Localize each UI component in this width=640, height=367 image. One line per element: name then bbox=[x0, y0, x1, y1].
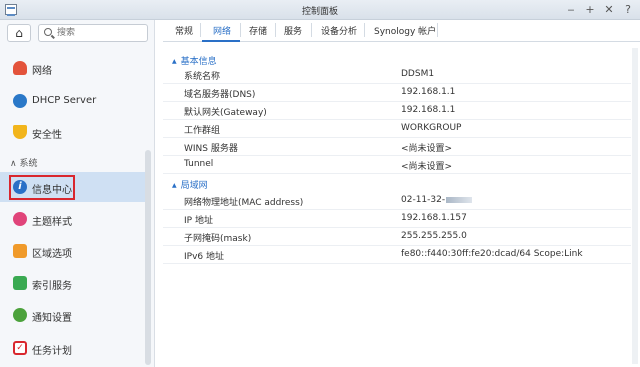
sidebar-item-label: 安全性 bbox=[32, 130, 62, 141]
sidebar-item-dhcp[interactable]: DHCP Server bbox=[0, 86, 146, 116]
info-key: IPv6 地址 bbox=[184, 252, 224, 262]
tab-divider bbox=[275, 23, 276, 37]
index-icon bbox=[13, 276, 27, 290]
tab-divider bbox=[364, 23, 365, 37]
info-row-system-name: 系统名称 DDSM1 bbox=[163, 66, 631, 84]
group-header-lan[interactable]: 局域网 bbox=[172, 178, 208, 191]
info-key: 网络物理地址(MAC address) bbox=[184, 198, 304, 208]
sidebar-item-label: 通知设置 bbox=[32, 313, 72, 324]
sidebar-item-label: 网络 bbox=[32, 66, 52, 77]
sidebar-item-label: 索引服务 bbox=[32, 281, 72, 292]
info-key: 默认网关(Gateway) bbox=[184, 108, 267, 118]
info-key: 工作群组 bbox=[184, 126, 221, 136]
tab-network[interactable]: 网络 bbox=[213, 24, 231, 37]
dhcp-icon bbox=[13, 94, 27, 108]
close-button[interactable]: ✕ bbox=[602, 3, 616, 17]
section-header-system[interactable]: ∧ 系统 bbox=[10, 156, 37, 169]
home-button[interactable]: ⌂ bbox=[7, 24, 31, 42]
maximize-button[interactable]: + bbox=[583, 3, 597, 17]
info-row-workgroup: 工作群组 WORKGROUP bbox=[163, 120, 631, 138]
tab-divider bbox=[437, 23, 438, 37]
info-row-dns: 域名服务器(DNS) 192.168.1.1 bbox=[163, 84, 631, 102]
info-value: 255.255.255.0 bbox=[401, 231, 467, 241]
info-value: fe80::f440:30ff:fe20:dcad/64 Scope:Link bbox=[401, 249, 583, 259]
info-icon: i bbox=[13, 180, 27, 194]
title-bar: 控制面板 ‒ + ✕ ? bbox=[0, 0, 640, 20]
sidebar-item-info-center[interactable]: i 信息中心 bbox=[0, 172, 146, 202]
info-row-tunnel: Tunnel <尚未设置> bbox=[163, 156, 631, 174]
mac-value-visible: 02-11-32- bbox=[401, 195, 446, 205]
chat-icon bbox=[13, 308, 27, 322]
info-row-ipv6: IPv6 地址 fe80::f440:30ff:fe20:dcad/64 Sco… bbox=[163, 246, 631, 264]
info-value: DDSM1 bbox=[401, 69, 435, 79]
network-icon bbox=[13, 61, 27, 75]
tab-divider bbox=[311, 23, 312, 37]
info-key: Tunnel bbox=[184, 159, 214, 169]
search-icon bbox=[44, 28, 52, 36]
tab-services[interactable]: 服务 bbox=[284, 24, 302, 37]
info-value: 02-11-32- bbox=[401, 195, 473, 205]
info-key: 子网掩码(mask) bbox=[184, 234, 252, 244]
info-row-mac: 网络物理地址(MAC address) 02-11-32- bbox=[163, 192, 631, 210]
home-icon: ⌂ bbox=[15, 26, 23, 40]
sidebar-item-notification[interactable]: 通知设置 bbox=[0, 300, 146, 330]
tab-storage[interactable]: 存储 bbox=[249, 24, 267, 37]
window-title: 控制面板 bbox=[301, 7, 338, 17]
info-value: <尚未设置> bbox=[401, 162, 453, 172]
info-value: 192.168.1.1 bbox=[401, 105, 456, 115]
info-value: 192.168.1.1 bbox=[401, 87, 456, 97]
shield-icon bbox=[13, 125, 27, 139]
sidebar-item-regional[interactable]: 区域选项 bbox=[0, 236, 146, 266]
info-row-ip: IP 地址 192.168.1.157 bbox=[163, 210, 631, 228]
help-button[interactable]: ? bbox=[621, 3, 635, 17]
content-scrollbar[interactable] bbox=[632, 48, 638, 364]
info-value: WORKGROUP bbox=[401, 123, 462, 133]
minimize-button[interactable]: ‒ bbox=[564, 3, 578, 17]
info-value: <尚未设置> bbox=[401, 144, 453, 154]
sidebar-item-theme[interactable]: 主题样式 bbox=[0, 204, 146, 234]
tab-general[interactable]: 常规 bbox=[175, 24, 193, 37]
sidebar-item-indexing[interactable]: 索引服务 bbox=[0, 268, 146, 298]
redacted-mask bbox=[446, 196, 473, 203]
info-key: IP 地址 bbox=[184, 216, 213, 226]
sidebar-item-label: 信息中心 bbox=[32, 185, 72, 196]
info-key: 系统名称 bbox=[184, 72, 221, 82]
sidebar: ⌂ 网络 DHCP Server 安全性 ∧ 系统 i 信息中心 主题样式 区域… bbox=[0, 20, 155, 367]
search-box[interactable] bbox=[38, 24, 148, 42]
region-icon bbox=[13, 244, 27, 258]
sidebar-item-label: 任务计划 bbox=[32, 346, 72, 357]
palette-icon bbox=[13, 212, 27, 226]
tab-bar: 常规 网络 存储 服务 设备分析 Synology 帐户 bbox=[163, 20, 640, 42]
info-key: WINS 服务器 bbox=[184, 144, 238, 154]
search-input[interactable] bbox=[57, 27, 143, 39]
sidebar-item-security[interactable]: 安全性 bbox=[0, 117, 146, 147]
chevron-up-icon: ∧ bbox=[10, 159, 17, 169]
info-row-wins: WINS 服务器 <尚未设置> bbox=[163, 138, 631, 156]
info-value: 192.168.1.157 bbox=[401, 213, 467, 223]
tab-device-analysis[interactable]: 设备分析 bbox=[321, 24, 357, 37]
sidebar-item-label: DHCP Server bbox=[32, 95, 97, 106]
info-key: 域名服务器(DNS) bbox=[184, 90, 256, 100]
sidebar-item-label: 区域选项 bbox=[32, 249, 72, 260]
sidebar-item-task-scheduler[interactable]: ✓ 任务计划 bbox=[0, 333, 146, 363]
sidebar-item-label: 主题样式 bbox=[32, 217, 72, 228]
section-label: 系统 bbox=[19, 159, 38, 169]
tab-synology-account[interactable]: Synology 帐户 bbox=[374, 24, 436, 37]
sidebar-scrollbar[interactable] bbox=[145, 150, 151, 365]
sidebar-item-network[interactable]: 网络 bbox=[0, 53, 146, 83]
tab-divider bbox=[200, 23, 201, 37]
tab-divider bbox=[240, 23, 241, 37]
info-row-gateway: 默认网关(Gateway) 192.168.1.1 bbox=[163, 102, 631, 120]
active-tab-indicator bbox=[202, 40, 240, 42]
calendar-icon: ✓ bbox=[13, 341, 27, 355]
info-row-subnet-mask: 子网掩码(mask) 255.255.255.0 bbox=[163, 228, 631, 246]
